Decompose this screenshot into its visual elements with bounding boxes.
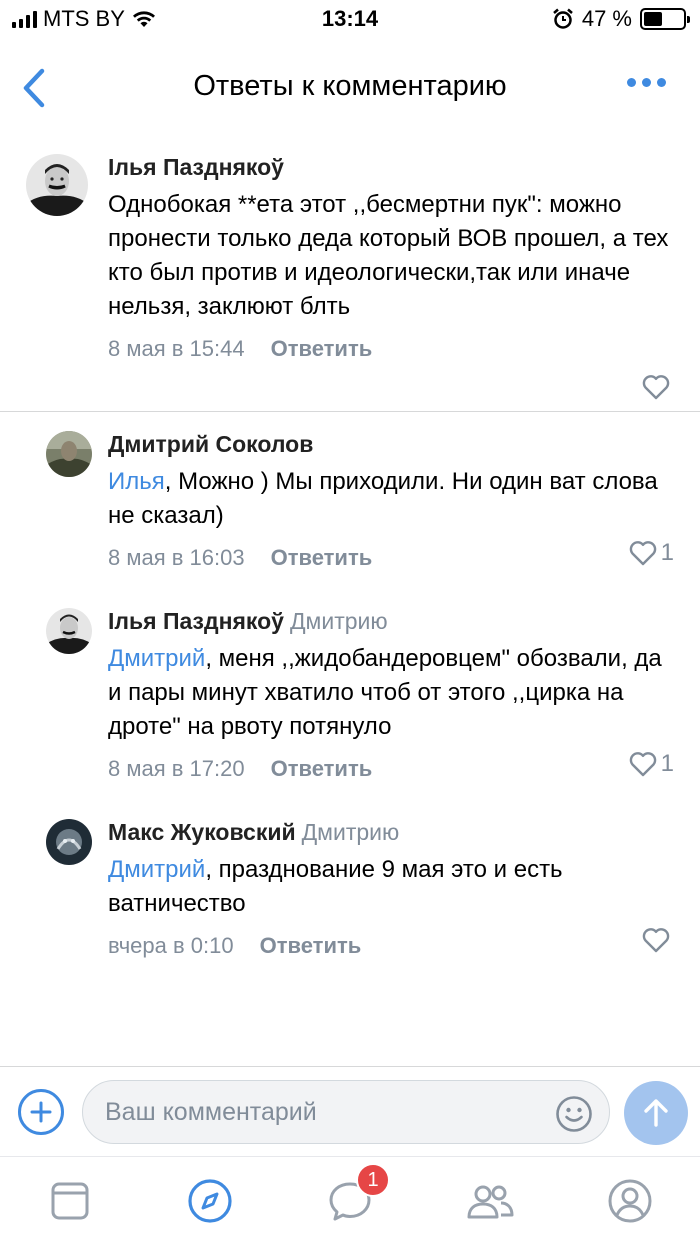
tab-explore[interactable]: [180, 1171, 240, 1231]
author-name: Дмитрий Соколов: [108, 431, 314, 457]
reply-button[interactable]: Ответить: [260, 933, 362, 959]
friends-icon: [467, 1185, 514, 1219]
more-dot-icon: [642, 78, 651, 87]
battery-percent: 47 %: [581, 6, 632, 31]
profile-icon: [608, 1179, 652, 1223]
avatar[interactable]: [46, 608, 92, 654]
comment-meta: вчера в 0:10 Ответить: [108, 931, 676, 961]
battery-icon: [640, 8, 690, 30]
avatar[interactable]: [46, 431, 92, 477]
comment-item: Макс Жуковский Дмитрию Дмитрий, празднова…: [0, 817, 700, 961]
add-attachment-button[interactable]: [18, 1089, 64, 1135]
comment-author[interactable]: Ілья Пазднякоў: [108, 152, 676, 182]
plus-icon: [30, 1101, 52, 1123]
reply-button[interactable]: Ответить: [271, 545, 373, 571]
comment-meta: 8 мая в 15:44 Ответить: [108, 334, 676, 364]
send-button[interactable]: [624, 1081, 688, 1145]
more-dot-icon: [657, 78, 666, 87]
status-bar: MTS BY 13:14 47 %: [0, 0, 700, 40]
comment-date: 8 мая в 16:03: [108, 545, 245, 570]
tab-bar: 1: [0, 1156, 700, 1245]
author-name: Ілья Пазднякоў: [108, 608, 284, 634]
heart-icon: [629, 541, 656, 566]
like-count: 1: [660, 750, 674, 777]
like-button[interactable]: 1: [629, 750, 674, 778]
tab-friends[interactable]: [460, 1171, 520, 1231]
mention-link[interactable]: Илья: [108, 468, 165, 495]
battery-fill: [644, 12, 662, 26]
divider: [0, 411, 700, 412]
like-button[interactable]: 1: [629, 539, 674, 567]
comment-text: Дмитрий, празднование 9 мая это и есть в…: [108, 853, 676, 921]
heart-icon: [629, 752, 656, 777]
comment-input[interactable]: [105, 1095, 525, 1129]
comment-input-bar: [0, 1066, 700, 1156]
compass-icon: [188, 1179, 232, 1223]
emoji-button[interactable]: [555, 1095, 593, 1133]
comment-author[interactable]: Ілья Пазднякоў Дмитрию: [108, 606, 676, 636]
comment-author[interactable]: Дмитрий Соколов: [108, 429, 676, 459]
comment-item: Ілья Пазднякоў Дмитрию Дмитрий, меня ,,жи…: [0, 606, 700, 784]
newsfeed-icon: [51, 1182, 89, 1220]
page-title: Ответы к комментарию: [193, 70, 507, 102]
like-button[interactable]: [642, 374, 674, 400]
comment-item: Дмитрий Соколов Илья, Можно ) Мы приходи…: [0, 429, 700, 573]
status-right: 47 %: [552, 6, 690, 32]
comment-body: , Можно ) Мы приходили. Ни один ват слов…: [108, 468, 658, 529]
more-dot-icon: [627, 78, 636, 87]
reply-to: Дмитрию: [301, 819, 400, 845]
comment-meta: 8 мая в 16:03 Ответить: [108, 543, 676, 573]
like-button[interactable]: [642, 927, 674, 953]
tab-messages[interactable]: 1: [320, 1163, 390, 1231]
comment-text: Илья, Можно ) Мы приходили. Ни один ват …: [108, 465, 676, 533]
comment-meta: 8 мая в 17:20 Ответить: [108, 754, 676, 784]
alarm-icon: [553, 8, 573, 29]
comment-date: 8 мая в 17:20: [108, 756, 245, 781]
author-name: Макс Жуковский: [108, 819, 296, 845]
comment-text: Однобокая **ета этот ,,бесмертни пук": м…: [108, 188, 676, 324]
comment-author[interactable]: Макс Жуковский Дмитрию: [108, 817, 676, 847]
comment-text: Дмитрий, меня ,,жидобандеровцем" обозвал…: [108, 642, 676, 744]
heart-icon: [642, 928, 670, 953]
tab-profile[interactable]: [600, 1171, 660, 1231]
avatar[interactable]: [46, 819, 92, 865]
like-count: 1: [660, 539, 674, 566]
avatar[interactable]: [26, 154, 88, 216]
comment-date: вчера в 0:10: [108, 933, 234, 958]
reply-to: Дмитрию: [289, 608, 388, 634]
author-name: Ілья Пазднякоў: [108, 154, 284, 180]
arrow-up-icon: [644, 1099, 668, 1127]
messages-badge: 1: [356, 1163, 390, 1197]
comment-field[interactable]: [82, 1080, 610, 1144]
mention-link[interactable]: Дмитрий: [108, 856, 205, 883]
comment-item: Ілья Пазднякоў Однобокая **ета этот ,,бе…: [0, 152, 700, 400]
mention-link[interactable]: Дмитрий: [108, 645, 205, 672]
more-button[interactable]: [627, 78, 666, 87]
reply-button[interactable]: Ответить: [271, 756, 373, 782]
comment-date: 8 мая в 15:44: [108, 336, 245, 361]
heart-icon: [642, 375, 670, 400]
comment-body: Однобокая **ета этот ,,бесмертни пук": м…: [108, 191, 669, 320]
smile-icon: [556, 1096, 592, 1132]
header: Ответы к комментарию: [0, 48, 700, 128]
tab-news[interactable]: [40, 1171, 100, 1231]
reply-button[interactable]: Ответить: [271, 336, 373, 362]
